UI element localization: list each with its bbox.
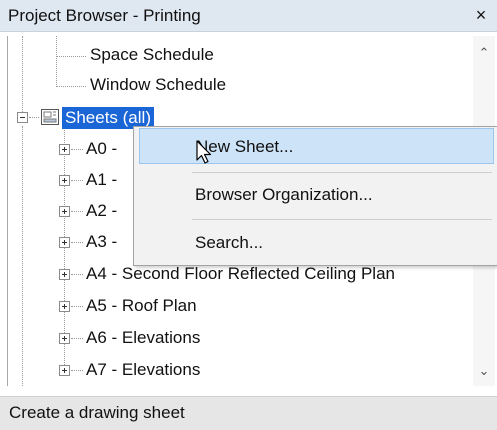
expand-toggle-icon[interactable] <box>59 144 70 155</box>
menu-item-browser-organization[interactable]: Browser Organization... <box>139 177 494 213</box>
tree-connector <box>71 242 83 243</box>
window-title: Project Browser - Printing <box>8 6 201 25</box>
expand-toggle-icon[interactable] <box>59 175 70 186</box>
menu-item-label: Browser Organization... <box>195 185 373 204</box>
tree-item-sheet-a0[interactable]: A0 - <box>86 138 117 160</box>
mouse-pointer-icon <box>196 140 212 164</box>
menu-item-new-sheet[interactable]: New Sheet... <box>139 128 494 164</box>
expand-toggle-icon[interactable] <box>59 333 70 344</box>
expand-toggle-icon[interactable] <box>59 206 70 217</box>
tree-item-sheet-a3[interactable]: A3 - <box>86 231 117 253</box>
tree-connector <box>22 126 23 386</box>
tree-connector <box>71 180 83 181</box>
tree-item-sheet-a2[interactable]: A2 - <box>86 200 117 222</box>
tree-item-sheet-a5[interactable]: A5 - Roof Plan <box>86 295 197 317</box>
tree-item-sheet-a1[interactable]: A1 - <box>86 169 117 191</box>
expand-toggle-icon[interactable] <box>59 365 70 376</box>
expand-toggle-icon[interactable] <box>59 301 70 312</box>
status-text: Create a drawing sheet <box>9 403 185 422</box>
menu-separator <box>192 172 492 173</box>
tree-connector <box>71 274 83 275</box>
collapse-toggle-icon[interactable] <box>17 112 28 123</box>
tree-item-sheet-a6[interactable]: A6 - Elevations <box>86 327 200 349</box>
scroll-up-icon[interactable]: ⌃ <box>473 44 495 62</box>
tree-connector <box>22 36 23 116</box>
tree-connector <box>56 86 86 87</box>
title-bar[interactable]: Project Browser - Printing × <box>0 0 497 32</box>
sheet-set-icon <box>41 109 59 125</box>
tree-connector <box>71 370 83 371</box>
status-bar: Create a drawing sheet <box>0 396 497 430</box>
tree-connector <box>29 117 39 118</box>
tree-item-space-schedule[interactable]: Space Schedule <box>90 44 214 66</box>
tree-item-window-schedule[interactable]: Window Schedule <box>90 74 226 96</box>
tree-connector <box>71 306 83 307</box>
tree-connector <box>71 211 83 212</box>
project-browser-window: Project Browser - Printing × Space Sched… <box>0 0 497 430</box>
scroll-down-icon[interactable]: ⌄ <box>473 362 495 380</box>
tree-connector <box>71 338 83 339</box>
menu-item-search[interactable]: Search... <box>139 225 494 261</box>
menu-item-label: Search... <box>195 233 264 252</box>
tree-connector <box>71 149 83 150</box>
context-menu: New Sheet... Browser Organization... Sea… <box>133 126 497 266</box>
tree-item-sheet-a4[interactable]: A4 - Second Floor Reflected Ceiling Plan <box>86 263 395 285</box>
menu-separator <box>192 219 492 220</box>
expand-toggle-icon[interactable] <box>59 237 70 248</box>
tree-item-sheet-a7[interactable]: A7 - Elevations <box>86 359 200 381</box>
tree-connector <box>56 36 57 87</box>
tree-connector <box>56 56 86 57</box>
expand-toggle-icon[interactable] <box>59 269 70 280</box>
close-icon[interactable]: × <box>471 4 491 26</box>
